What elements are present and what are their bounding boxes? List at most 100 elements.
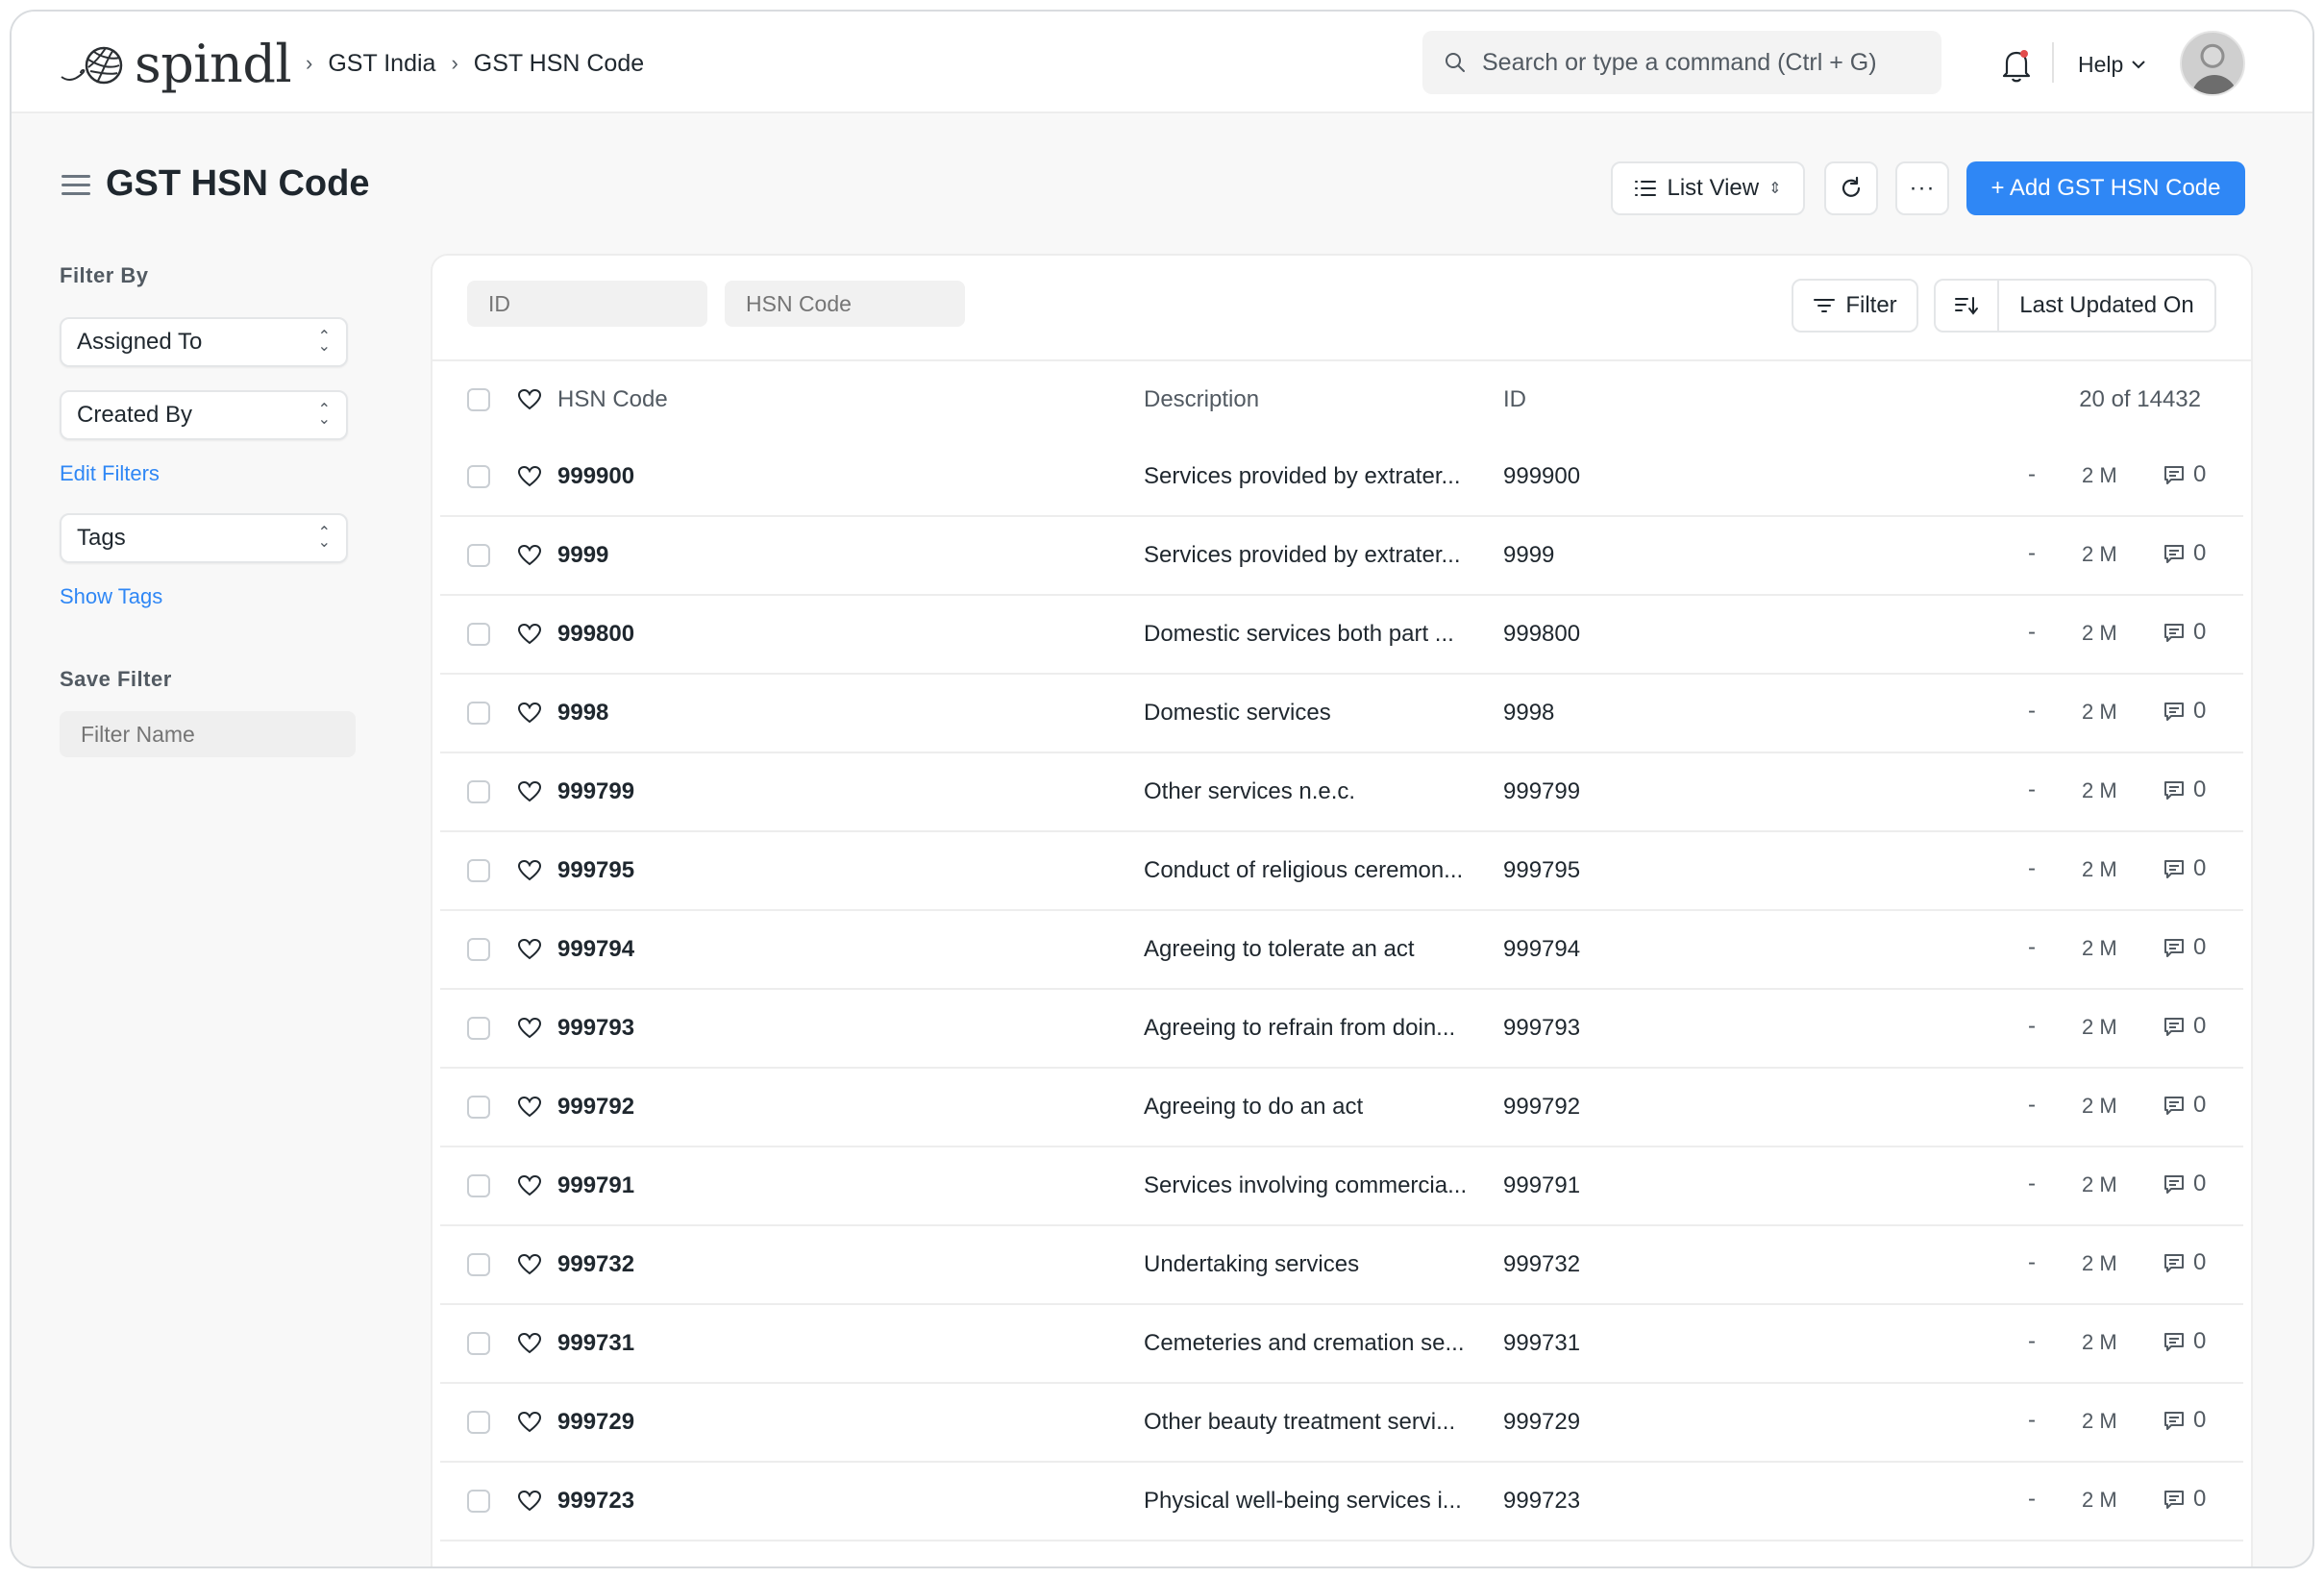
row-checkbox[interactable] xyxy=(467,1253,490,1276)
row-checkbox[interactable] xyxy=(467,780,490,803)
sort-by-button[interactable]: Last Updated On xyxy=(1997,279,2216,333)
row-hsn-code[interactable]: 999729 xyxy=(557,1409,634,1436)
sort-order-button[interactable] xyxy=(1934,279,1999,333)
row-comments[interactable]: 0 xyxy=(2163,1328,2206,1355)
row-hsn-code[interactable]: 999723 xyxy=(557,1488,634,1515)
row-checkbox[interactable] xyxy=(467,465,490,488)
heart-icon[interactable] xyxy=(517,1252,542,1277)
row-checkbox[interactable] xyxy=(467,1017,490,1040)
row-comments[interactable]: 0 xyxy=(2163,1092,2206,1119)
comment-icon xyxy=(2164,1018,2184,1036)
row-comments[interactable]: 0 xyxy=(2163,855,2206,882)
list-row[interactable]: 999723 Physical well-being services i...… xyxy=(440,1463,2243,1541)
row-comments[interactable]: 0 xyxy=(2163,1171,2206,1197)
hsn-code-filter-input[interactable] xyxy=(725,281,965,327)
show-tags-link[interactable]: Show Tags xyxy=(60,584,162,609)
user-avatar[interactable] xyxy=(2180,31,2245,96)
refresh-button[interactable] xyxy=(1824,161,1878,215)
row-hsn-code[interactable]: 9998 xyxy=(557,700,608,727)
row-hsn-code[interactable]: 999792 xyxy=(557,1094,634,1121)
row-modified: 2 M xyxy=(2082,936,2117,960)
more-actions-button[interactable]: ··· xyxy=(1895,161,1949,215)
row-checkbox[interactable] xyxy=(467,1411,490,1434)
id-filter-input[interactable] xyxy=(467,281,707,327)
list-row[interactable]: 9998 Domestic services 9998 - 2 M 0 xyxy=(440,675,2243,753)
filter-button[interactable]: Filter xyxy=(1792,279,1918,333)
heart-icon[interactable] xyxy=(517,779,542,804)
row-comments[interactable]: 0 xyxy=(2163,461,2206,488)
row-comments[interactable]: 0 xyxy=(2163,619,2206,646)
list-row[interactable]: 999791 Services involving commercia... 9… xyxy=(440,1147,2243,1226)
list-row[interactable]: 9999 Services provided by extrater... 99… xyxy=(440,517,2243,596)
heart-icon[interactable] xyxy=(517,1095,542,1120)
row-checkbox[interactable] xyxy=(467,1332,490,1355)
tags-filter[interactable]: Tags ⌃ ⌄ xyxy=(60,513,348,563)
row-comments[interactable]: 0 xyxy=(2163,1013,2206,1040)
heart-icon[interactable] xyxy=(517,1016,542,1041)
row-hsn-code[interactable]: 999793 xyxy=(557,1015,634,1042)
list-row[interactable]: 999900 Services provided by extrater... … xyxy=(440,438,2243,517)
list-row[interactable]: 999794 Agreeing to tolerate an act 99979… xyxy=(440,911,2243,990)
list-row[interactable]: 999729 Other beauty treatment servi... 9… xyxy=(440,1384,2243,1463)
heart-icon[interactable] xyxy=(517,1489,542,1514)
row-checkbox[interactable] xyxy=(467,938,490,961)
heart-icon[interactable] xyxy=(517,937,542,962)
heart-icon[interactable] xyxy=(517,387,542,412)
row-comments[interactable]: 0 xyxy=(2163,540,2206,567)
edit-filters-link[interactable]: Edit Filters xyxy=(60,461,160,486)
help-dropdown[interactable]: Help xyxy=(2078,46,2146,83)
row-modified: 2 M xyxy=(2082,1172,2117,1196)
row-hsn-code[interactable]: 999800 xyxy=(557,621,634,648)
row-comments[interactable]: 0 xyxy=(2163,1486,2206,1513)
row-checkbox[interactable] xyxy=(467,544,490,567)
list-row[interactable]: 999732 Undertaking services 999732 - 2 M… xyxy=(440,1226,2243,1305)
heart-icon[interactable] xyxy=(517,464,542,489)
row-comments[interactable]: 0 xyxy=(2163,698,2206,725)
heart-icon[interactable] xyxy=(517,622,542,647)
created-by-filter[interactable]: Created By ⌃ ⌄ xyxy=(60,390,348,440)
row-checkbox[interactable] xyxy=(467,1490,490,1513)
list-view-button[interactable]: List View ⇕ xyxy=(1611,161,1805,215)
add-gst-hsn-code-button[interactable]: + Add GST HSN Code xyxy=(1966,161,2245,215)
search-bar[interactable]: Search or type a command (Ctrl + G) xyxy=(1422,31,1941,94)
notification-bell-icon[interactable] xyxy=(1999,46,2034,85)
heart-icon[interactable] xyxy=(517,858,542,883)
list-row[interactable]: 999799 Other services n.e.c. 999799 - 2 … xyxy=(440,753,2243,832)
row-comments[interactable]: 0 xyxy=(2163,777,2206,803)
row-hsn-code[interactable]: 999795 xyxy=(557,857,634,884)
row-comments[interactable]: 0 xyxy=(2163,1249,2206,1276)
row-checkbox[interactable] xyxy=(467,702,490,725)
breadcrumb-gst-india[interactable]: GST India xyxy=(328,50,435,78)
list-row[interactable]: 999800 Domestic services both part ... 9… xyxy=(440,596,2243,675)
heart-icon[interactable] xyxy=(517,1173,542,1198)
list-row[interactable]: 999792 Agreeing to do an act 999792 - 2 … xyxy=(440,1069,2243,1147)
sidebar-toggle-icon[interactable] xyxy=(62,173,92,198)
list-row[interactable]: 999793 Agreeing to refrain from doin... … xyxy=(440,990,2243,1069)
row-comments[interactable]: 0 xyxy=(2163,934,2206,961)
row-checkbox[interactable] xyxy=(467,1096,490,1119)
row-checkbox[interactable] xyxy=(467,623,490,646)
brand-logo[interactable]: spindl xyxy=(60,33,292,94)
row-hsn-code[interactable]: 999799 xyxy=(557,778,634,805)
row-comments[interactable]: 0 xyxy=(2163,1407,2206,1434)
row-hsn-code[interactable]: 999791 xyxy=(557,1172,634,1199)
row-hsn-code[interactable]: 9999 xyxy=(557,542,608,569)
row-hsn-code[interactable]: 999731 xyxy=(557,1330,634,1357)
heart-icon[interactable] xyxy=(517,1410,542,1435)
heart-icon[interactable] xyxy=(517,701,542,726)
assigned-to-filter[interactable]: Assigned To ⌃ ⌄ xyxy=(60,317,348,367)
breadcrumb-gst-hsn-code[interactable]: GST HSN Code xyxy=(474,50,644,78)
filter-name-input[interactable] xyxy=(60,711,356,757)
list-row[interactable]: 999795 Conduct of religious ceremon... 9… xyxy=(440,832,2243,911)
heart-icon[interactable] xyxy=(517,543,542,568)
column-header-id: ID xyxy=(1503,386,1526,412)
row-checkbox[interactable] xyxy=(467,1174,490,1197)
row-checkbox[interactable] xyxy=(467,859,490,882)
select-all-checkbox[interactable] xyxy=(467,388,490,411)
row-hsn-code[interactable]: 999732 xyxy=(557,1251,634,1278)
row-hsn-code[interactable]: 999794 xyxy=(557,936,634,963)
list-row[interactable]: 999731 Cemeteries and cremation se... 99… xyxy=(440,1305,2243,1384)
row-hsn-code[interactable]: 999900 xyxy=(557,463,634,490)
heart-icon[interactable] xyxy=(517,1331,542,1356)
column-header-hsn-code[interactable]: HSN Code xyxy=(557,386,668,413)
